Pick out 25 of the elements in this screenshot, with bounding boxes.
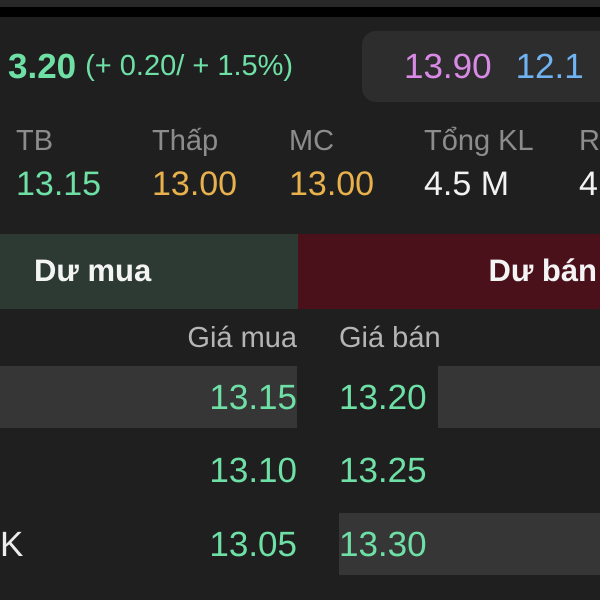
ask-price: 13.30 (339, 526, 427, 562)
stat-label: TB (16, 124, 54, 158)
stat-value: 4 (579, 164, 598, 204)
bid-volume: K (0, 526, 24, 562)
stat-value: 13.00 (152, 164, 238, 204)
column-header: Giá mua (187, 320, 297, 354)
stat-label: Thấp (152, 124, 218, 158)
stat-label: MC (289, 124, 334, 158)
ceiling-price: 13.90 (404, 49, 492, 84)
sell-side-header: Dư bán (298, 234, 600, 309)
floor-price: 12.1 (516, 49, 584, 84)
price-change: (+ 0.20/ + 1.5%) (85, 52, 294, 81)
buy-side-header: Dư mua (0, 234, 298, 309)
stat-value: 13.00 (289, 164, 374, 204)
last-price: 3.20 (8, 49, 76, 84)
bid-price: 13.15 (209, 380, 297, 414)
ask-price: 13.20 (339, 380, 427, 414)
stat-label: R (579, 124, 600, 158)
bid-price: 13.05 (209, 526, 297, 562)
ask-price: 13.25 (339, 453, 427, 488)
stat-value: 4.5 M (424, 164, 510, 204)
stat-label: Tổng KL (424, 124, 534, 158)
stat-value: 13.15 (16, 164, 102, 204)
bid-price: 13.10 (209, 453, 297, 488)
column-header: Giá bán (339, 320, 441, 354)
